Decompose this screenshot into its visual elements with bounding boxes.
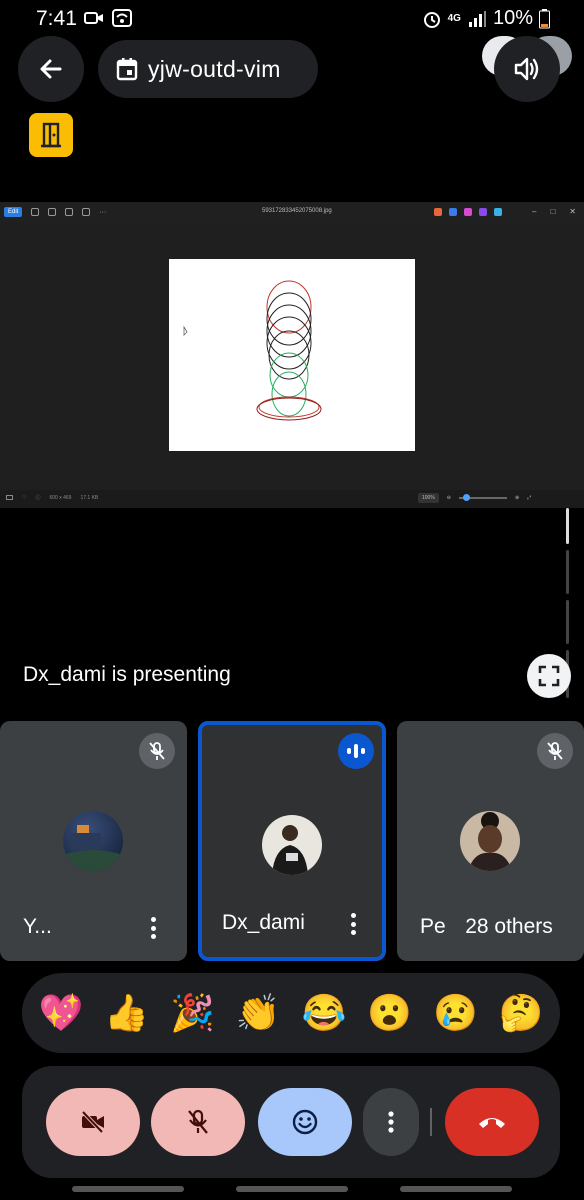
calendar-icon xyxy=(116,58,138,81)
meeting-info-chip[interactable]: yjw-outd-vim xyxy=(98,40,318,98)
nav-home[interactable] xyxy=(236,1186,348,1192)
presenter-label: Dx_dami is presenting xyxy=(23,663,231,686)
back-button[interactable] xyxy=(18,36,84,102)
reaction-laugh[interactable]: 😂 xyxy=(298,987,350,1039)
reaction-thinking[interactable]: 🤔 xyxy=(495,987,547,1039)
zoom-slider[interactable] xyxy=(459,494,507,501)
leave-call-button[interactable] xyxy=(445,1088,539,1156)
print-icon xyxy=(65,208,74,216)
reaction-heart[interactable]: 💖 xyxy=(35,987,87,1039)
more-options-icon[interactable] xyxy=(348,913,358,935)
edit-button[interactable]: Edit xyxy=(4,207,23,217)
camera-off-icon xyxy=(81,1110,104,1134)
fullscreen-button[interactable] xyxy=(527,654,571,698)
filmstrip-icon xyxy=(6,495,13,500)
viewer-apps xyxy=(434,208,502,216)
host-controls-button[interactable] xyxy=(29,113,73,157)
more-options-button[interactable] xyxy=(363,1088,419,1156)
mic-off-icon xyxy=(149,742,165,760)
app-icon xyxy=(434,208,442,216)
viewer-filename: 593172833452075008.jpg xyxy=(262,208,332,214)
battery-percent: 10% xyxy=(492,7,533,29)
share-icon xyxy=(82,208,91,216)
app-icon xyxy=(449,208,457,216)
avatar xyxy=(460,811,520,871)
others-count-chip[interactable]: 28 others xyxy=(446,904,572,950)
app-icon xyxy=(464,208,472,216)
status-bar: 7:41 4G 10% xyxy=(0,0,584,36)
minimize-icon: – xyxy=(532,207,537,216)
camera-toggle-button[interactable] xyxy=(46,1088,140,1156)
nav-recents[interactable] xyxy=(72,1186,184,1192)
mic-off-icon xyxy=(547,742,563,760)
video-record-icon xyxy=(84,12,103,24)
speaker-icon xyxy=(514,57,539,81)
nav-back[interactable] xyxy=(400,1186,512,1192)
participant-tile-active[interactable]: Dx_dami xyxy=(198,721,386,961)
audio-output-button[interactable] xyxy=(494,36,560,102)
circles-drawing xyxy=(183,280,322,421)
mic-off-badge xyxy=(537,733,573,769)
fullscreen-icon xyxy=(538,665,560,687)
alarm-icon xyxy=(423,11,440,28)
network-type: 4G xyxy=(447,12,461,24)
meeting-code: yjw-outd-vim xyxy=(148,55,281,82)
reaction-surprised[interactable]: 😮 xyxy=(364,987,416,1039)
reaction-clap[interactable]: 👏 xyxy=(232,987,284,1039)
battery-icon xyxy=(539,8,550,28)
signal-icon xyxy=(468,10,486,27)
avatar xyxy=(262,815,322,875)
mic-off-icon xyxy=(188,1109,208,1134)
control-divider xyxy=(430,1108,432,1136)
mic-off-badge xyxy=(139,733,175,769)
mic-toggle-button[interactable] xyxy=(151,1088,245,1156)
clock: 7:41 xyxy=(36,7,77,30)
shared-screen: Edit ··· 593172833452075008.jpg – □ ✕ ♡ … xyxy=(0,202,584,508)
info-icon: ⓘ xyxy=(35,495,41,501)
reactions-button[interactable] xyxy=(258,1088,352,1156)
zoom-out-icon: ⊖ xyxy=(446,495,451,501)
image-dims: 600 x 469 xyxy=(49,494,72,501)
delete-icon xyxy=(48,208,57,216)
door-icon xyxy=(41,122,61,148)
zoom-in-icon: ⊕ xyxy=(515,495,520,501)
file-size: 17.1 KB xyxy=(80,494,99,501)
expand-icon: ⤢ xyxy=(527,495,532,501)
speaking-badge xyxy=(338,733,374,769)
participant-name: Dx_dami xyxy=(222,911,305,934)
hang-up-icon xyxy=(479,1118,505,1128)
more-icon: ··· xyxy=(99,208,107,216)
window-controls: – □ ✕ xyxy=(532,207,576,216)
system-nav-bar xyxy=(0,1186,584,1194)
favorite-icon: ♡ xyxy=(22,494,27,501)
back-arrow-icon xyxy=(40,59,62,79)
app-icon xyxy=(479,208,487,216)
participant-name: Y... xyxy=(23,915,52,938)
cursor-icon xyxy=(183,325,188,336)
reactions-bar: 💖 👍 🎉 👏 😂 😮 😢 🤔 xyxy=(22,973,560,1053)
reaction-party[interactable]: 🎉 xyxy=(166,987,218,1039)
rotate-icon xyxy=(31,208,40,216)
more-vert-icon xyxy=(388,1111,394,1133)
app-icon xyxy=(494,208,502,216)
more-options-icon[interactable] xyxy=(148,917,158,939)
reaction-thumbs-up[interactable]: 👍 xyxy=(101,987,153,1039)
avatar xyxy=(63,811,123,871)
wifi-icon xyxy=(112,9,132,27)
close-icon: ✕ xyxy=(569,207,576,216)
emoji-icon xyxy=(292,1109,318,1135)
shared-image xyxy=(169,259,415,451)
maximize-icon: □ xyxy=(550,207,556,216)
viewer-statusbar: ♡ ⓘ 600 x 469 17.1 KB 100% ⊖ ⊕ ⤢ xyxy=(0,490,584,508)
participant-tile[interactable]: Y... xyxy=(0,721,187,961)
call-controls xyxy=(22,1066,560,1178)
zoom-level[interactable]: 100% xyxy=(418,493,439,503)
reaction-sad[interactable]: 😢 xyxy=(429,987,481,1039)
